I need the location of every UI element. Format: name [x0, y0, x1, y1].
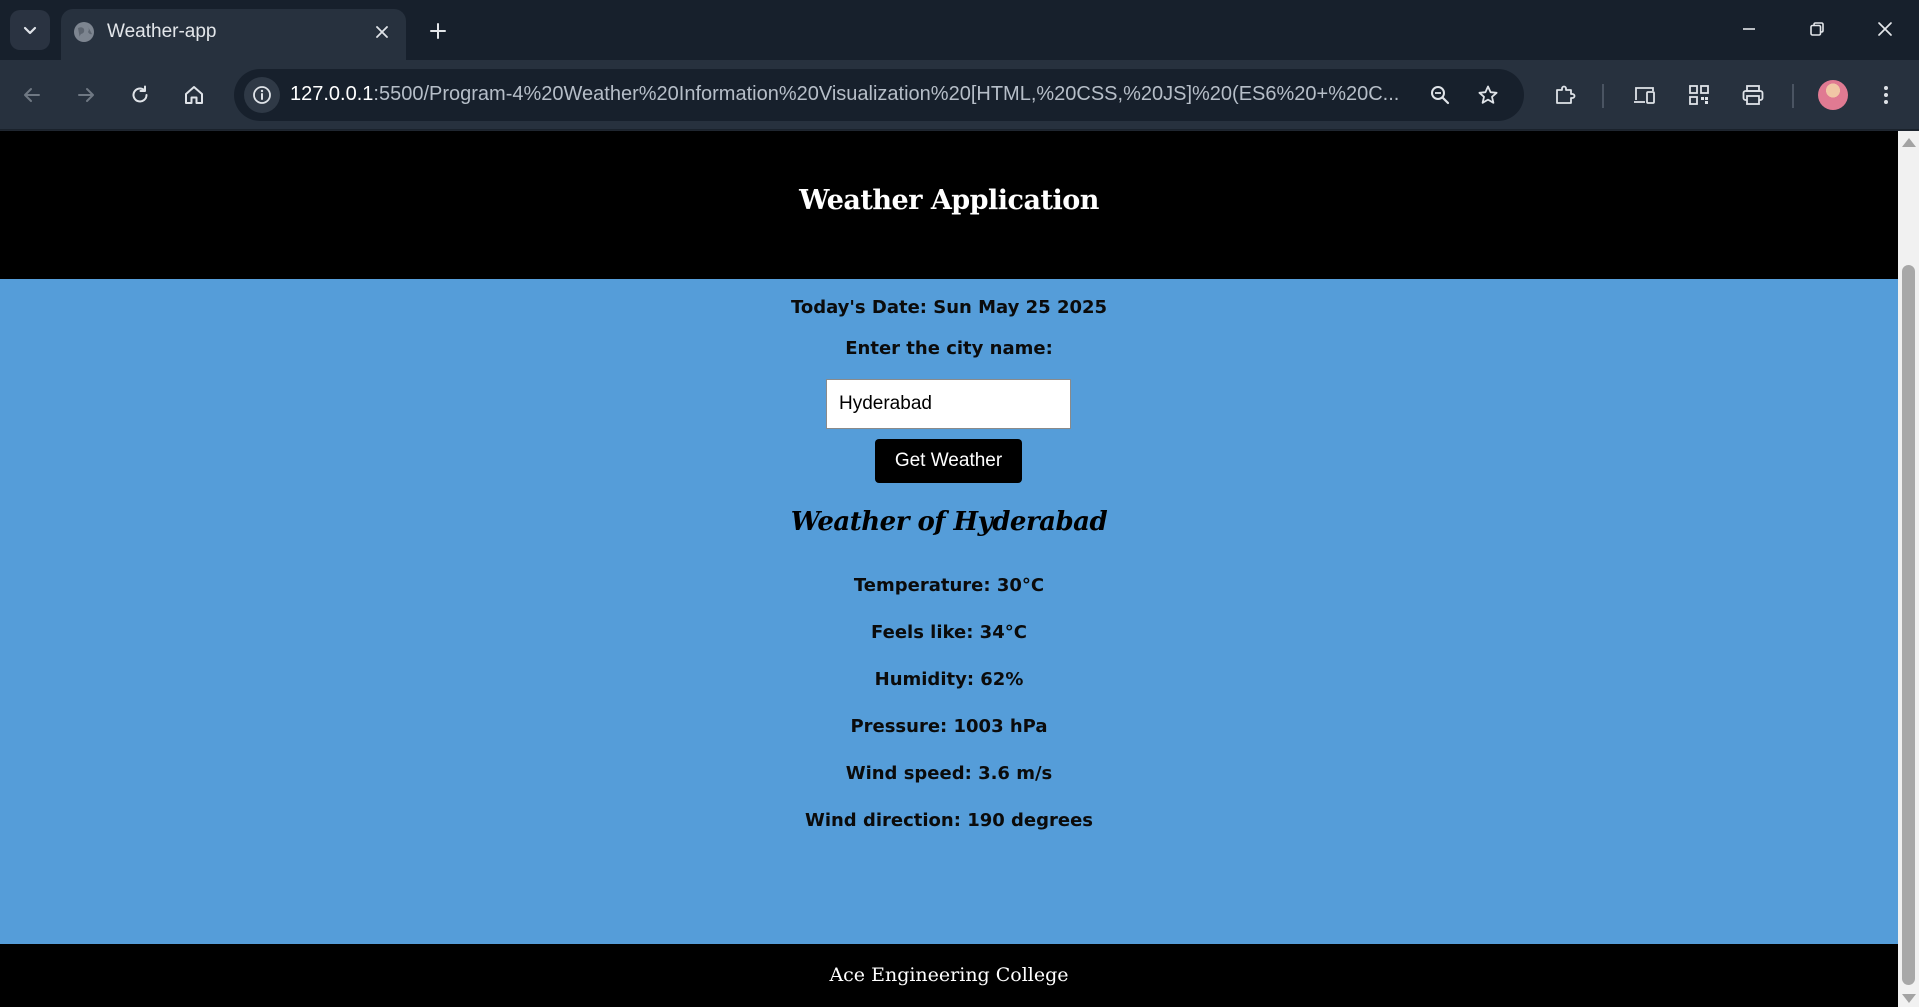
tab-title: Weather-app	[107, 21, 217, 42]
chevron-down-icon	[23, 26, 37, 35]
close-window-button[interactable]	[1860, 8, 1910, 50]
address-bar[interactable]: 127.0.0.1:5500/Program-4%20Weather%20Inf…	[234, 69, 1524, 121]
weather-heading: Weather of Hyderabad	[790, 507, 1108, 537]
wind-speed-text: Wind speed: 3.6 m/s	[845, 763, 1053, 784]
pressure-text: Pressure: 1003 hPa	[850, 716, 1048, 737]
cast-button[interactable]	[1627, 77, 1663, 113]
page-title: Weather Application	[799, 184, 1099, 216]
page-viewport: Weather Application Today's Date: Sun Ma…	[0, 131, 1898, 1007]
kebab-menu-icon	[1884, 86, 1888, 104]
date-text: Today's Date: Sun May 25 2025	[790, 297, 1108, 318]
star-icon	[1478, 85, 1498, 104]
puzzle-icon	[1556, 85, 1576, 104]
page-footer: Ace Engineering College	[0, 944, 1898, 1007]
toolbar-separator	[1602, 84, 1604, 108]
forward-button[interactable]	[68, 77, 104, 113]
minimize-icon	[1743, 28, 1755, 30]
page-scrollbar[interactable]	[1898, 131, 1919, 1007]
qr-code-button[interactable]	[1681, 77, 1717, 113]
info-icon	[253, 86, 271, 104]
close-icon	[376, 26, 388, 38]
url-path: :5500/Program-4%20Weather%20Information%…	[373, 83, 1400, 105]
city-prompt-label: Enter the city name:	[845, 338, 1053, 359]
footer-text: Ace Engineering College	[829, 964, 1069, 986]
plus-icon	[430, 23, 446, 39]
active-tab[interactable]: Weather-app	[61, 9, 406, 60]
toolbar-separator	[1792, 84, 1794, 108]
zoom-icon	[1431, 86, 1450, 105]
wind-direction-text: Wind direction: 190 degrees	[804, 810, 1094, 831]
new-tab-button[interactable]	[421, 14, 455, 48]
scroll-down-arrow[interactable]	[1902, 994, 1916, 1003]
extensions-button[interactable]	[1547, 77, 1583, 113]
site-info-button[interactable]	[244, 77, 280, 113]
zoom-button[interactable]	[1422, 77, 1458, 113]
reload-icon	[132, 85, 148, 103]
restore-button[interactable]	[1792, 8, 1842, 50]
scrollbar-thumb[interactable]	[1902, 265, 1915, 985]
qr-code-icon	[1689, 85, 1709, 105]
tab-close-button[interactable]	[368, 18, 396, 46]
scroll-up-arrow[interactable]	[1902, 138, 1916, 147]
minimize-button[interactable]	[1724, 8, 1774, 50]
back-button[interactable]	[14, 77, 50, 113]
arrow-left-icon	[24, 88, 40, 102]
printer-icon	[1742, 85, 1764, 105]
temperature-text: Temperature: 30°C	[853, 575, 1045, 596]
page-header: Weather Application	[0, 131, 1898, 279]
humidity-text: Humidity: 62%	[874, 669, 1024, 690]
profile-avatar[interactable]	[1818, 80, 1848, 110]
url-text[interactable]: 127.0.0.1:5500/Program-4%20Weather%20Inf…	[290, 83, 1420, 106]
browser-toolbar: 127.0.0.1:5500/Program-4%20Weather%20Inf…	[0, 60, 1919, 130]
reload-button[interactable]	[122, 77, 158, 113]
get-weather-button[interactable]: Get Weather	[875, 439, 1022, 483]
url-host: 127.0.0.1	[290, 83, 374, 105]
print-button[interactable]	[1735, 77, 1771, 113]
globe-icon	[74, 22, 94, 42]
tab-strip: Weather-app	[0, 0, 1919, 60]
arrow-right-icon	[78, 88, 94, 102]
tab-search-button[interactable]	[10, 10, 50, 50]
close-icon	[1878, 22, 1892, 36]
menu-button[interactable]	[1868, 77, 1904, 113]
city-input[interactable]	[826, 379, 1071, 429]
home-button[interactable]	[176, 77, 212, 113]
feels-like-text: Feels like: 34°C	[871, 622, 1027, 643]
devices-icon	[1634, 87, 1655, 104]
home-icon	[185, 86, 203, 104]
restore-icon	[1810, 22, 1824, 36]
bookmark-button[interactable]	[1470, 77, 1506, 113]
